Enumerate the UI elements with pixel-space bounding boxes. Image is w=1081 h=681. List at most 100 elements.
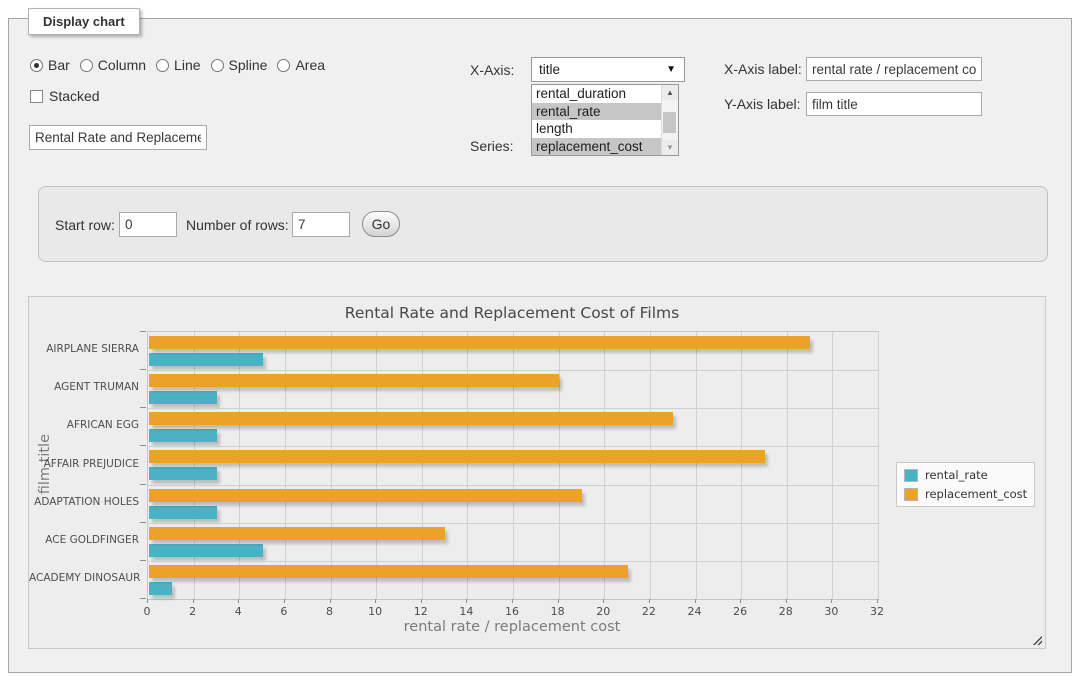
x-tick-label: 30 — [814, 605, 848, 618]
gridline — [148, 485, 878, 486]
bar-replacement_cost — [149, 412, 673, 425]
chart-type-option-line[interactable]: Line — [156, 57, 200, 73]
x-tick-label: 32 — [860, 605, 894, 618]
x-tick-mark — [877, 599, 878, 603]
x-axis-select[interactable]: title ▼ — [531, 57, 685, 82]
y-tick-mark — [140, 407, 146, 408]
gridline — [194, 332, 195, 599]
page: Display chart BarColumnLineSplineArea St… — [0, 0, 1081, 681]
bar-rental_rate — [149, 506, 217, 519]
number-of-rows-label: Number of rows: — [186, 217, 289, 233]
chart-type-label: Column — [98, 57, 146, 73]
y-axis-label-input[interactable] — [806, 92, 982, 116]
x-tick-mark — [603, 599, 604, 603]
x-tick-mark — [238, 599, 239, 603]
category-label: ACE GOLDFINGER — [29, 534, 139, 546]
radio-icon[interactable] — [30, 59, 43, 72]
series-option-rental_rate[interactable]: rental_rate — [532, 103, 661, 121]
gridline — [513, 332, 514, 599]
gridline — [148, 523, 878, 524]
series-listbox[interactable]: ▲ ▼ rental_durationrental_ratelengthrepl… — [531, 84, 679, 156]
category-label: ACADEMY DINOSAUR — [29, 572, 139, 584]
scrollbar-thumb[interactable] — [663, 112, 676, 133]
stacked-checkbox[interactable] — [30, 90, 43, 103]
chart-type-label: Bar — [48, 57, 70, 73]
series-option-rental_duration[interactable]: rental_duration — [532, 85, 661, 103]
number-of-rows-input[interactable] — [292, 212, 350, 237]
x-tick-label: 12 — [404, 605, 438, 618]
x-axis-selected-value: title — [539, 62, 560, 77]
x-tick-label: 4 — [221, 605, 255, 618]
scrollbar[interactable]: ▲ ▼ — [661, 85, 678, 155]
y-tick-mark — [140, 560, 146, 561]
gridline — [148, 561, 878, 562]
chart-title-input[interactable] — [29, 125, 207, 150]
gridline — [376, 332, 377, 599]
x-tick-label: 16 — [495, 605, 529, 618]
gridline — [239, 332, 240, 599]
radio-icon[interactable] — [80, 59, 93, 72]
chevron-down-icon: ▼ — [666, 58, 676, 81]
category-label: AIRPLANE SIERRA — [29, 343, 139, 355]
chart-type-option-bar[interactable]: Bar — [30, 57, 70, 73]
chart-type-label: Area — [295, 57, 325, 73]
gridline — [285, 332, 286, 599]
bar-replacement_cost — [149, 565, 628, 578]
bar-rental_rate — [149, 544, 263, 557]
y-axis-label-label: Y-Axis label: — [724, 96, 801, 112]
radio-icon[interactable] — [211, 59, 224, 72]
series-option-length[interactable]: length — [532, 120, 661, 138]
chart-type-option-column[interactable]: Column — [80, 57, 146, 73]
gridline — [650, 332, 651, 599]
legend-item-rental_rate: rental_rate — [904, 468, 1027, 482]
x-axis-label-input[interactable] — [806, 57, 982, 81]
chart-type-option-spline[interactable]: Spline — [211, 57, 268, 73]
radio-icon[interactable] — [156, 59, 169, 72]
gridline — [148, 370, 878, 371]
chart-legend: rental_rate replacement_cost — [896, 462, 1035, 507]
y-tick-mark — [140, 369, 146, 370]
x-tick-mark — [786, 599, 787, 603]
x-axis-title: rental rate / replacement cost — [147, 619, 877, 635]
scroll-down-icon[interactable]: ▼ — [662, 140, 678, 155]
stacked-label: Stacked — [49, 88, 100, 104]
gridline — [787, 332, 788, 599]
start-row-input[interactable] — [119, 212, 177, 237]
chart-type-group: Bar Column Line Spline Area — [30, 57, 325, 73]
resize-handle-icon[interactable] — [1031, 634, 1042, 645]
x-tick-label: 28 — [769, 605, 803, 618]
x-tick-label: 2 — [176, 605, 210, 618]
chart-type-option-area[interactable]: Area — [277, 57, 325, 73]
y-tick-mark — [140, 522, 146, 523]
gridline — [832, 332, 833, 599]
x-tick-label: 26 — [723, 605, 757, 618]
gridline — [559, 332, 560, 599]
x-tick-label: 0 — [130, 605, 164, 618]
y-tick-mark — [140, 445, 146, 446]
y-tick-mark — [140, 331, 146, 332]
bar-replacement_cost — [149, 527, 445, 540]
x-tick-mark — [649, 599, 650, 603]
x-tick-mark — [740, 599, 741, 603]
x-tick-mark — [284, 599, 285, 603]
scroll-up-icon[interactable]: ▲ — [662, 85, 678, 100]
x-tick-mark — [558, 599, 559, 603]
x-tick-mark — [512, 599, 513, 603]
series-option-replacement_cost[interactable]: replacement_cost — [532, 138, 661, 156]
x-axis-select-label: X-Axis: — [470, 62, 514, 78]
gridline — [878, 332, 879, 599]
start-row-label: Start row: — [55, 217, 115, 233]
legend-label: rental_rate — [925, 468, 988, 482]
y-tick-mark — [140, 484, 146, 485]
x-tick-label: 8 — [313, 605, 347, 618]
bar-rental_rate — [149, 582, 172, 595]
gridline — [331, 332, 332, 599]
go-button[interactable]: Go — [362, 211, 400, 237]
bar-replacement_cost — [149, 336, 810, 349]
legend-item-replacement_cost: replacement_cost — [904, 487, 1027, 501]
x-tick-label: 22 — [632, 605, 666, 618]
series-list-label: Series: — [470, 138, 514, 154]
gridline — [148, 408, 878, 409]
radio-icon[interactable] — [277, 59, 290, 72]
plot-area — [147, 331, 879, 600]
